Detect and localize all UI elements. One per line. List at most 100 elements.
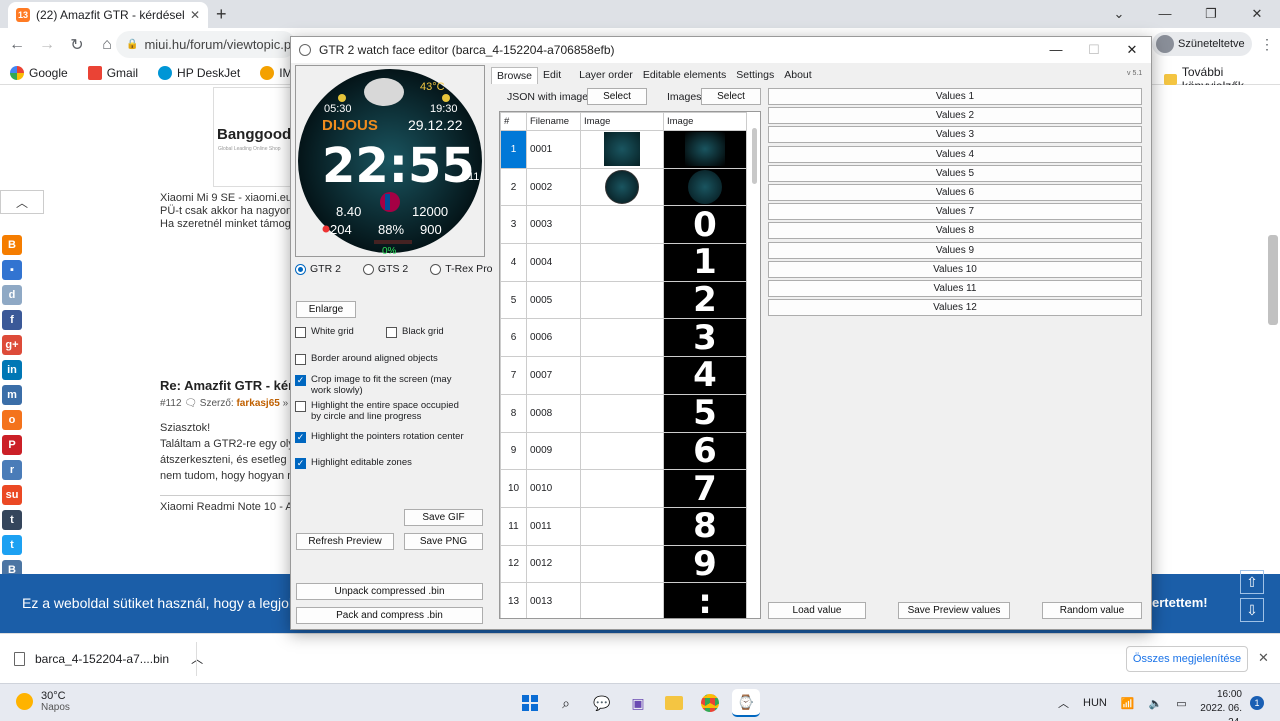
- cookie-accept-button[interactable]: ertettem!: [1152, 595, 1208, 610]
- enlarge-button[interactable]: Enlarge: [296, 301, 356, 318]
- close-icon[interactable]: ✕: [1113, 37, 1151, 63]
- bookmark-hp[interactable]: HP DeskJet: [158, 65, 240, 80]
- reply-icon[interactable]: 🗨: [184, 398, 197, 409]
- scroll-up-button[interactable]: ︿: [0, 190, 44, 214]
- chrome-icon[interactable]: [696, 689, 724, 717]
- delicious-icon[interactable]: ▪: [2, 260, 22, 280]
- folder-icon[interactable]: [660, 689, 688, 717]
- image-table[interactable]: # Filename Image Image 1 0001 2 0002 3 0003 0 4…: [499, 111, 761, 619]
- option-highlight-pointers[interactable]: ✓ Highlight the pointers rotation center: [295, 431, 485, 443]
- restore-icon[interactable]: ❐: [1188, 0, 1234, 28]
- values-button-12[interactable]: Values 12: [768, 299, 1142, 317]
- close-icon[interactable]: ✕: [1258, 650, 1269, 666]
- save-preview-values-button[interactable]: Save Preview values: [898, 602, 1010, 619]
- stumbleupon-icon[interactable]: su: [2, 485, 22, 505]
- blogger-icon[interactable]: B: [2, 235, 22, 255]
- tab-close-icon[interactable]: ✕: [190, 8, 200, 22]
- tab-about[interactable]: About: [779, 67, 816, 84]
- forward-arrow-icon[interactable]: →: [34, 36, 60, 54]
- menu-dots-icon[interactable]: ⋮: [1260, 36, 1274, 53]
- post-number[interactable]: #112: [160, 398, 182, 409]
- table-row[interactable]: 7 0007 4: [500, 356, 747, 395]
- table-row[interactable]: 3 0003 0: [500, 205, 747, 245]
- chevron-up-icon[interactable]: ︿: [1058, 695, 1069, 711]
- values-button-4[interactable]: Values 4: [768, 145, 1142, 163]
- refresh-preview-button[interactable]: Refresh Preview: [296, 533, 394, 550]
- arrow-up-icon[interactable]: ⇧: [1240, 570, 1264, 594]
- chevron-down-icon[interactable]: ⌄: [1096, 0, 1142, 28]
- table-scrollbar[interactable]: [752, 128, 757, 184]
- minimize-icon[interactable]: —: [1142, 0, 1188, 28]
- myspace-icon[interactable]: m: [2, 385, 22, 405]
- values-button-3[interactable]: Values 3: [768, 126, 1142, 144]
- tab-browse[interactable]: Browse: [491, 67, 539, 84]
- watch-editor-icon[interactable]: ⌚: [732, 689, 760, 717]
- table-row[interactable]: 13 0013:: [500, 582, 747, 618]
- table-row[interactable]: 5 0005 2: [500, 280, 747, 320]
- radio-gtr2[interactable]: GTR 2: [295, 263, 341, 275]
- bookmark-gmail[interactable]: Gmail: [87, 65, 138, 80]
- table-row[interactable]: 1 0001: [500, 130, 747, 169]
- new-tab-button[interactable]: +: [216, 4, 227, 25]
- show-all-downloads-button[interactable]: Összes megjelenítése: [1126, 646, 1248, 672]
- banggood-ad[interactable]: Banggood Global Leading Online Shop: [213, 87, 293, 187]
- post-title[interactable]: Re: Amazfit GTR - kér: [160, 378, 293, 393]
- table-row[interactable]: 9 0009 6: [500, 431, 747, 471]
- black-grid-checkbox[interactable]: Black grid: [386, 326, 444, 338]
- table-row[interactable]: 11 0011 8: [500, 506, 747, 546]
- watch-preview[interactable]: 43°C 05:30 19:30 DIJOUS 29.12.22 22:55 1…: [295, 65, 485, 257]
- tab-editable-elements[interactable]: Editable elements: [638, 67, 731, 84]
- wifi-icon[interactable]: 📶: [1121, 697, 1135, 710]
- save-gif-button[interactable]: Save GIF: [404, 509, 483, 526]
- speaker-icon[interactable]: 🔈: [1149, 697, 1163, 710]
- option-highlight-editable[interactable]: ✓ Highlight editable zones: [295, 457, 485, 469]
- tab-edit[interactable]: Edit: [538, 67, 566, 84]
- chevron-up-icon[interactable]: ︿: [191, 650, 203, 667]
- digg-icon[interactable]: d: [2, 285, 22, 305]
- unpack-button[interactable]: Unpack compressed .bin: [296, 583, 483, 600]
- select-json-button[interactable]: Select: [587, 88, 647, 105]
- download-item[interactable]: barca_4-152204-a7....bin ︿: [14, 650, 203, 667]
- save-png-button[interactable]: Save PNG: [404, 533, 483, 550]
- close-icon[interactable]: ✕: [1234, 0, 1280, 28]
- radio-gts2[interactable]: GTS 2: [362, 263, 408, 275]
- chat-icon[interactable]: 💬: [588, 689, 616, 717]
- bookmark-google[interactable]: Google: [10, 65, 68, 80]
- random-value-button[interactable]: Random value: [1042, 602, 1142, 619]
- values-button-11[interactable]: Values 11: [768, 280, 1142, 297]
- values-button-1[interactable]: Values 1: [768, 88, 1142, 105]
- windows-start-icon[interactable]: [516, 689, 544, 717]
- author-link[interactable]: farkasj65: [236, 398, 279, 409]
- table-row[interactable]: 8 0008 5: [500, 393, 747, 433]
- back-arrow-icon[interactable]: ←: [4, 36, 30, 54]
- weather-widget[interactable]: 30°C Napos: [16, 690, 70, 713]
- values-button-10[interactable]: Values 10: [768, 260, 1142, 278]
- facebook-icon[interactable]: f: [2, 310, 22, 330]
- reddit-icon[interactable]: r: [2, 460, 22, 480]
- search-icon[interactable]: ⌕: [552, 689, 580, 717]
- google-plus-icon[interactable]: g+: [2, 335, 22, 355]
- linkedin-icon[interactable]: in: [2, 360, 22, 380]
- values-button-2[interactable]: Values 2: [768, 107, 1142, 125]
- table-row[interactable]: 10 0010 7: [500, 469, 747, 508]
- values-button-9[interactable]: Values 9: [768, 241, 1142, 259]
- table-row[interactable]: 6 0006 3: [500, 318, 747, 358]
- radio-trex-pro[interactable]: T-Rex Pro: [430, 263, 493, 275]
- values-button-6[interactable]: Values 6: [768, 184, 1142, 201]
- file-explorer-icon[interactable]: ▣: [624, 689, 652, 717]
- notification-badge[interactable]: 1: [1250, 696, 1264, 710]
- values-button-5[interactable]: Values 5: [768, 164, 1142, 182]
- reload-icon[interactable]: ↻: [64, 35, 90, 55]
- odnoklassniki-icon[interactable]: o: [2, 410, 22, 430]
- load-value-button[interactable]: Load value: [768, 602, 866, 619]
- minimize-icon[interactable]: —: [1037, 37, 1075, 63]
- table-row[interactable]: 12 0012 9: [500, 544, 747, 584]
- option-crop-image[interactable]: ✓ Crop image to fit the screen (may work …: [295, 374, 467, 396]
- option-border-aligned[interactable]: Border around aligned objects: [295, 353, 485, 365]
- arrow-down-icon[interactable]: ⇩: [1240, 598, 1264, 622]
- pack-button[interactable]: Pack and compress .bin: [296, 607, 483, 624]
- page-scrollbar[interactable]: [1268, 235, 1278, 325]
- browser-tab[interactable]: 13 (22) Amazfit GTR - kérdések, me ✕: [8, 2, 208, 28]
- profile-button[interactable]: Szüneteltetve: [1152, 32, 1252, 56]
- option-highlight-space[interactable]: Highlight the entire space occupied by c…: [295, 400, 471, 422]
